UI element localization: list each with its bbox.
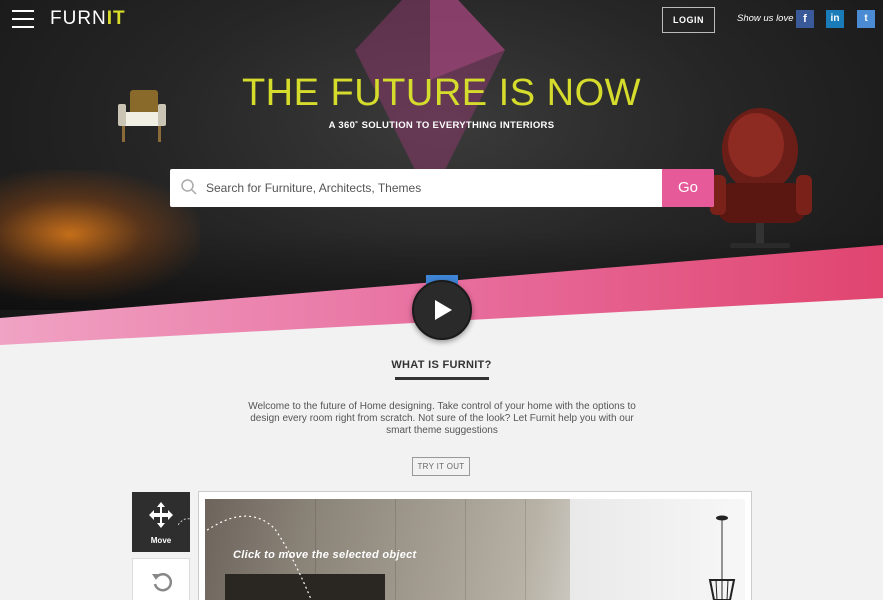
hero-headline: THE FUTURE IS NOW (241, 72, 642, 114)
try-it-out-button[interactable]: TRY IT OUT (412, 457, 470, 476)
search-input[interactable] (206, 169, 656, 207)
move-icon (149, 502, 173, 528)
play-icon (435, 300, 452, 320)
twitter-icon[interactable]: t (857, 10, 875, 28)
search-icon (181, 179, 197, 195)
section-title: WHAT IS FURNIT? (391, 359, 492, 371)
logo-text-accent: IT (106, 8, 126, 29)
demo-caption: Click to move the selected object (233, 549, 417, 561)
linkedin-icon[interactable]: in (826, 10, 844, 28)
rotate-tool-button[interactable] (132, 558, 190, 600)
hero-subheadline: A 360˚ SOLUTION TO EVERYTHING INTERIORS (328, 120, 555, 131)
dashed-connector (178, 518, 191, 526)
logo-text: FURN (50, 8, 107, 29)
search-bar: Go (170, 169, 714, 207)
logo[interactable]: FURNIT (50, 8, 126, 30)
rotate-icon (152, 573, 173, 592)
menu-icon[interactable] (12, 10, 34, 28)
section-title-underline (395, 377, 489, 380)
login-button[interactable]: LOGIN (662, 7, 715, 33)
show-love-label: Show us love (737, 13, 794, 24)
facebook-icon[interactable]: f (796, 10, 814, 28)
pendant-lamp-image (708, 515, 736, 600)
move-tool-label: Move (150, 536, 172, 545)
play-video-button[interactable] (412, 280, 472, 340)
search-go-button[interactable]: Go (662, 169, 714, 207)
section-description: Welcome to the future of Home designing.… (248, 401, 636, 436)
